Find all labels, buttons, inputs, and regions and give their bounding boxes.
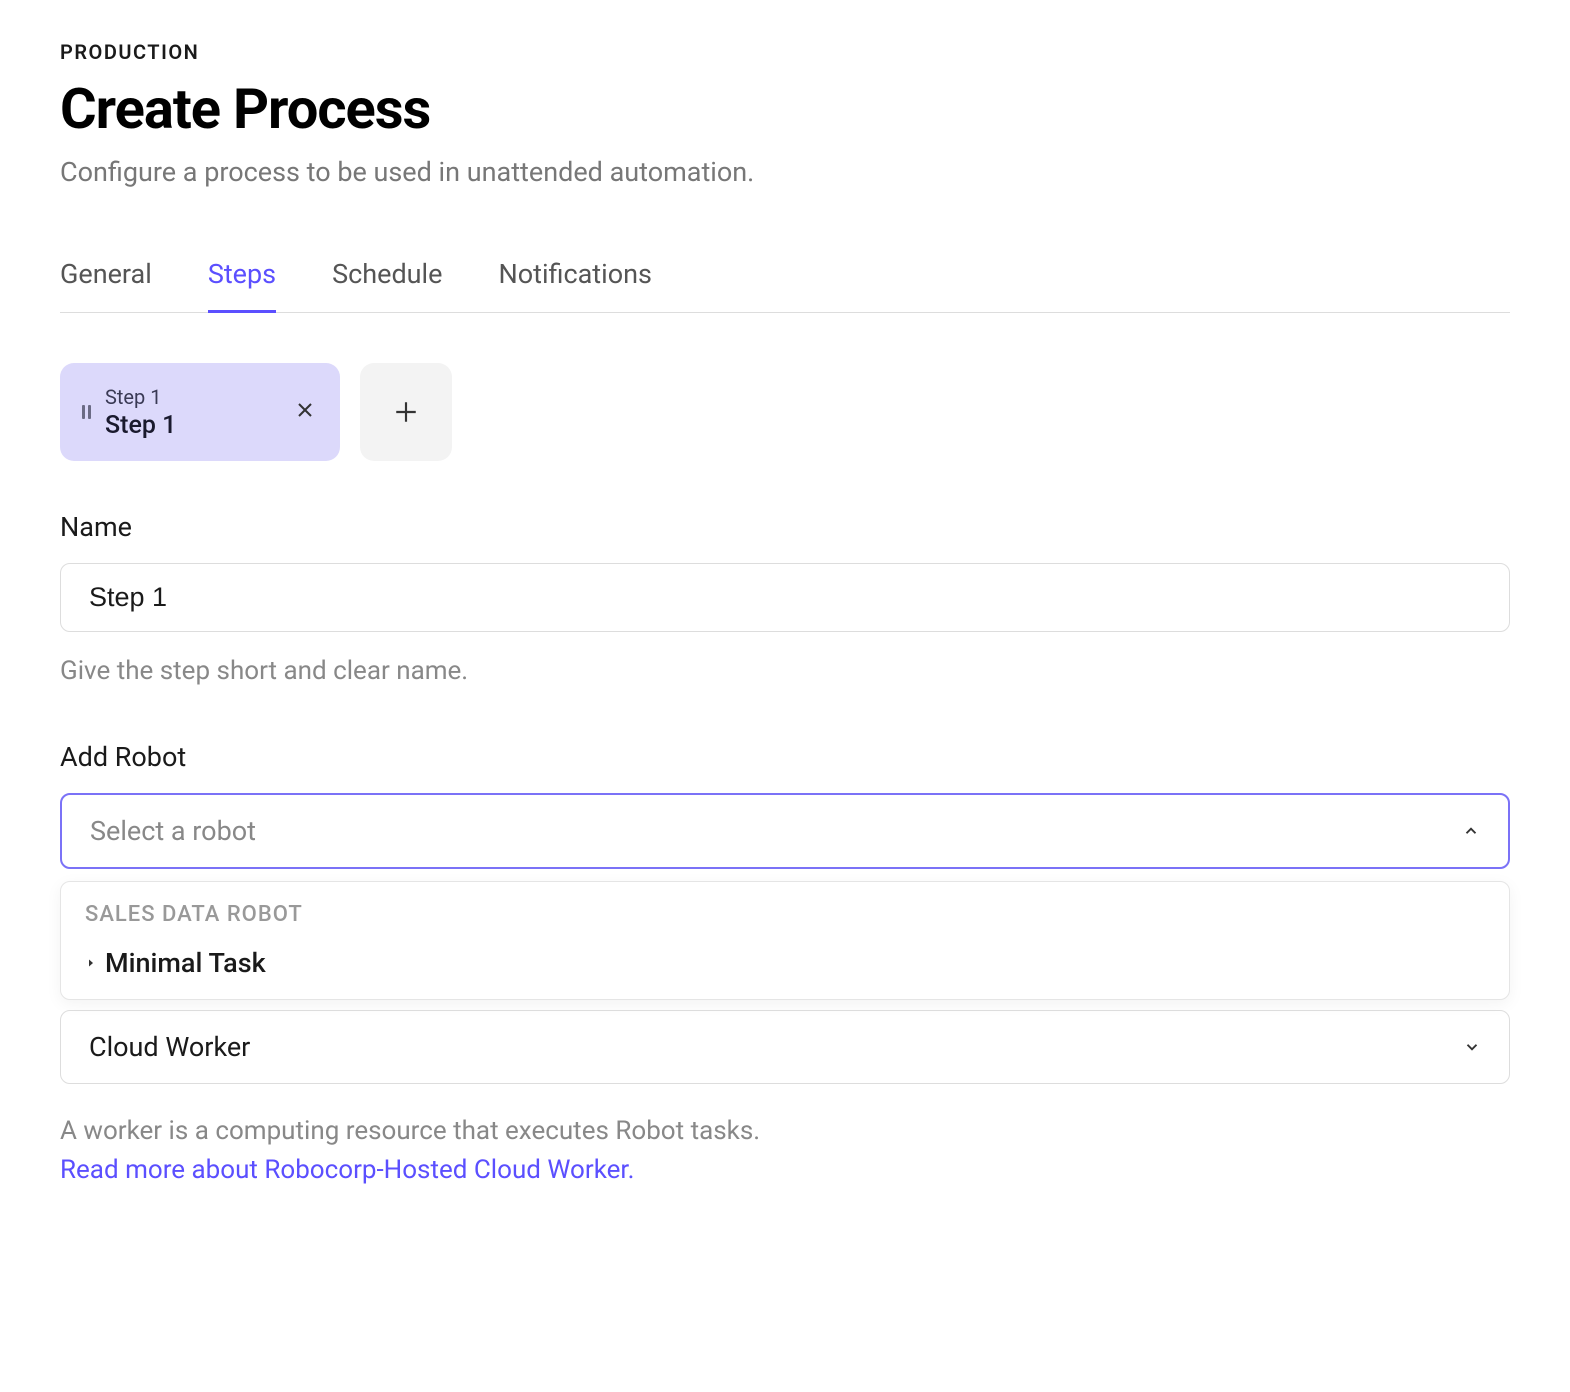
robot-dropdown[interactable]: Select a robot <box>60 793 1510 869</box>
drag-handle-icon[interactable] <box>82 405 91 419</box>
name-input[interactable] <box>60 563 1510 632</box>
name-label: Name <box>60 511 1510 543</box>
page-title: Create Process <box>60 76 1510 142</box>
worker-dropdown[interactable]: Cloud Worker <box>60 1010 1510 1084</box>
worker-description: A worker is a computing resource that ex… <box>60 1112 1510 1190</box>
chevron-down-icon <box>1463 1038 1481 1056</box>
step-pill-label: Step 1 <box>105 385 278 409</box>
tab-notifications[interactable]: Notifications <box>498 258 651 313</box>
worker-link[interactable]: Read more about Robocorp-Hosted Cloud Wo… <box>60 1155 635 1185</box>
step-pill[interactable]: Step 1 Step 1 <box>60 363 340 461</box>
worker-value: Cloud Worker <box>89 1031 250 1063</box>
caret-right-icon <box>85 957 97 969</box>
robot-option-label: Minimal Task <box>105 947 266 979</box>
breadcrumb: PRODUCTION <box>60 40 1510 64</box>
tab-general[interactable]: General <box>60 258 152 313</box>
robot-group-label: SALES DATA ROBOT <box>85 902 1485 927</box>
page-subtitle: Configure a process to be used in unatte… <box>60 156 1510 188</box>
step-pill-content: Step 1 Step 1 <box>105 385 278 440</box>
add-step-button[interactable] <box>360 363 452 461</box>
plus-icon <box>393 399 419 425</box>
chevron-up-icon <box>1462 822 1480 840</box>
tab-steps[interactable]: Steps <box>208 258 276 313</box>
robot-placeholder: Select a robot <box>90 815 256 847</box>
tab-schedule[interactable]: Schedule <box>332 258 442 313</box>
robot-option-minimal-task[interactable]: Minimal Task <box>85 947 1485 979</box>
robot-dropdown-menu: SALES DATA ROBOT Minimal Task <box>60 881 1510 1000</box>
close-icon[interactable] <box>292 396 318 429</box>
step-pills-row: Step 1 Step 1 <box>60 363 1510 461</box>
tabs-container: General Steps Schedule Notifications <box>60 258 1510 313</box>
robot-label: Add Robot <box>60 741 1510 773</box>
worker-desc-text: A worker is a computing resource that ex… <box>60 1116 760 1146</box>
name-helper: Give the step short and clear name. <box>60 656 1510 686</box>
step-pill-title: Step 1 <box>105 411 278 440</box>
